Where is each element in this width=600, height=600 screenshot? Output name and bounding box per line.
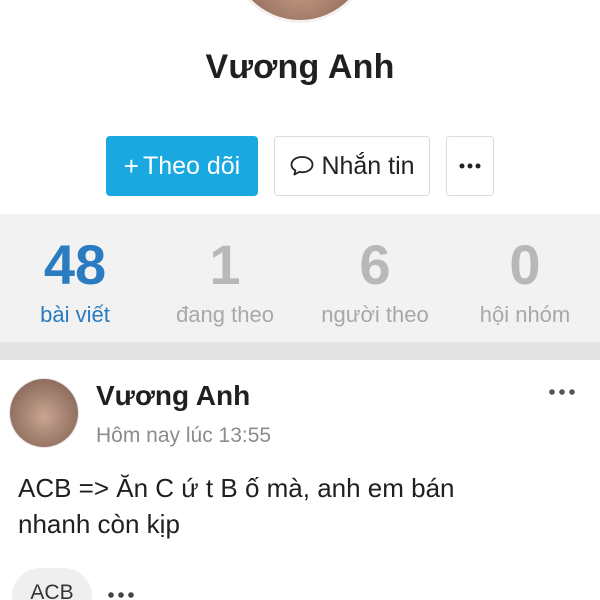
profile-page: Vương Anh + Theo dõi Nhắn tin 48 bài viế… [0, 0, 600, 600]
stat-followers[interactable]: 6 người theo [300, 214, 450, 342]
post-timestamp: Hôm nay lúc 13:55 [96, 424, 272, 447]
follow-button-label: Theo dõi [142, 151, 241, 180]
follow-button[interactable]: + Theo dõi [106, 136, 258, 196]
stat-count: 6 [359, 233, 391, 296]
stat-label: đang theo [176, 302, 274, 327]
stat-label: bài viết [40, 302, 110, 327]
stat-count: 1 [209, 233, 241, 296]
profile-stats: 48 bài viết 1 đang theo 6 người theo 0 h… [0, 214, 600, 342]
profile-avatar[interactable] [232, 0, 368, 20]
more-options-button[interactable] [446, 136, 494, 196]
post-author-name[interactable]: Vương Anh [96, 380, 250, 412]
post-body-line: nhanh còn kịp [18, 509, 180, 539]
ellipsis-icon [459, 163, 481, 169]
stat-count: 48 [43, 233, 107, 296]
stat-posts[interactable]: 48 bài viết [0, 214, 150, 342]
post-author-avatar[interactable] [10, 379, 78, 447]
message-button[interactable]: Nhắn tin [274, 136, 430, 196]
stock-tag-chip[interactable]: ACB [12, 568, 92, 600]
post-body: ACB => Ăn C ứ t B ố mà, anh em bán nhanh… [18, 470, 588, 542]
message-button-label: Nhắn tin [321, 151, 415, 180]
chat-bubble-icon [291, 156, 314, 176]
post-menu-icon[interactable] [546, 382, 578, 402]
stat-label: người theo [321, 302, 429, 327]
profile-name: Vương Anh [205, 48, 395, 86]
profile-actions: + Theo dõi Nhắn tin [106, 136, 494, 196]
plus-icon: + [123, 150, 139, 181]
stat-count: 0 [509, 233, 541, 296]
stat-following[interactable]: 1 đang theo [150, 214, 300, 342]
section-divider [0, 342, 600, 360]
tag-more-icon[interactable] [106, 588, 136, 600]
stat-label: hội nhóm [479, 302, 571, 327]
post-body-line: ACB => Ăn C ứ t B ố mà, anh em bán [18, 473, 455, 503]
stat-groups[interactable]: 0 hội nhóm [450, 214, 600, 342]
